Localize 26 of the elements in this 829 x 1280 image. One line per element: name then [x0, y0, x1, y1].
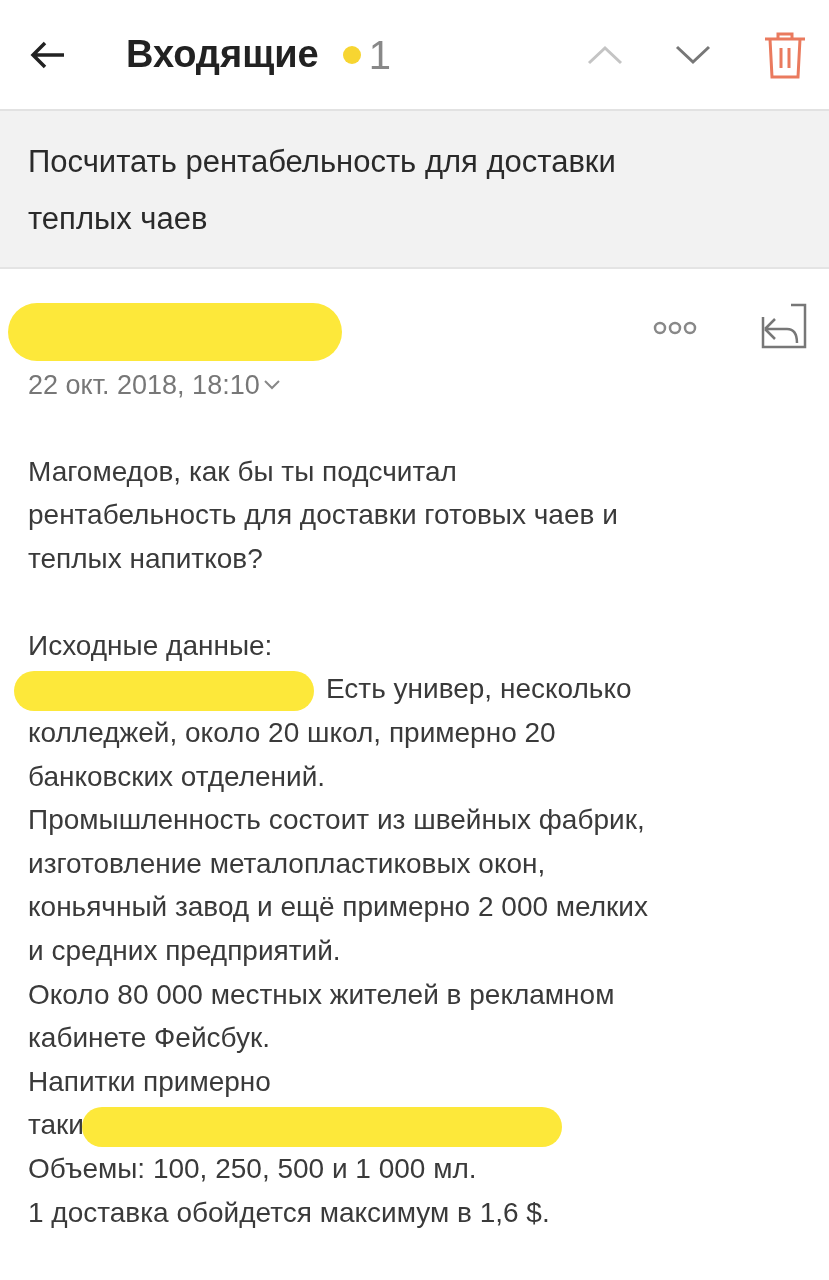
body-text-line: Исходные данные: — [28, 629, 273, 661]
email-date: 22 окт. 2018, 18:10 — [28, 369, 260, 402]
body-text-line: 1 доставка обойдется максимум в 1,6 $. — [28, 1196, 550, 1228]
body-text-line: и средних предприятий. — [28, 935, 341, 967]
unread-count: 1 — [368, 31, 391, 79]
folder-title: Входящие — [126, 32, 319, 77]
body-text-line: Промышленность состоит из швейных фабрик, — [28, 804, 645, 836]
body-text-line: колледжей, около 20 школ, примерно 20 — [28, 717, 556, 749]
body-text-line: рентабельность для доставки готовых чаев и — [28, 499, 618, 531]
body-text-line: Около 80 000 местных жителей в рекламном — [28, 978, 615, 1010]
body-text-line: Есть универ, несколько — [326, 673, 632, 705]
delete-button[interactable] — [763, 30, 807, 79]
body-text-line: кабинете Фейсбук. — [28, 1022, 271, 1054]
back-button[interactable] — [30, 39, 66, 70]
body-text-line: Объемы: 100, 250, 500 и 1 000 мл. — [28, 1153, 477, 1184]
unread-dot — [342, 45, 361, 64]
body-text-line: теплых напитков? — [28, 542, 263, 574]
body-text-line: Магомедов, как бы ты подсчитал — [28, 455, 457, 487]
email-subject: Посчитать рентабельность для доставки теплых чаев — [0, 111, 829, 269]
body-text-line: коньячный завод и ещё примерно 2 000 мелких — [28, 891, 648, 923]
body-text-line: банковских отделений. — [28, 760, 326, 792]
chevron-down-icon[interactable] — [263, 380, 280, 391]
body-text-line: таки — [28, 1109, 84, 1141]
body-text-line: изготовление металопластиковых окон, — [28, 847, 546, 879]
body-text-line: Напитки примерно — [28, 1065, 271, 1097]
reply-button[interactable] — [761, 303, 807, 349]
